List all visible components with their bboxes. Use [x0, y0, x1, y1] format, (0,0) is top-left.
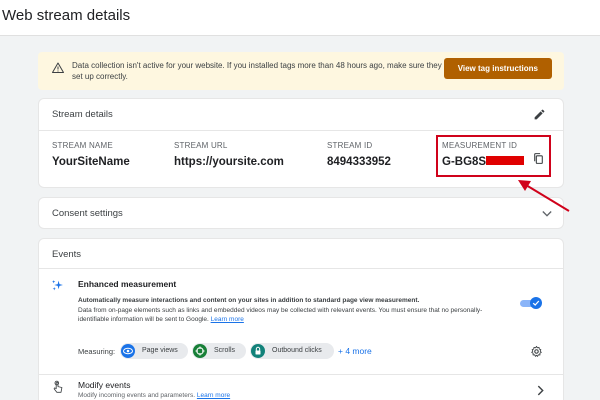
chip-label: Scrolls [214, 347, 236, 354]
consent-settings-title: Consent settings [52, 208, 123, 219]
warning-icon [52, 62, 64, 73]
sparkle-icon [52, 280, 63, 291]
enhanced-measurement-detail: Data from on-page elements such as links… [78, 307, 483, 323]
chevron-down-icon[interactable] [542, 210, 552, 218]
redaction-bar [486, 156, 524, 165]
stream-id-label: STREAM ID [327, 141, 373, 150]
divider [39, 268, 563, 269]
more-measurements-link[interactable]: + 4 more [338, 346, 372, 356]
modify-learn-more-link[interactable]: Learn more [197, 392, 230, 399]
enhanced-measurement-description: Data from on-page elements such as links… [78, 306, 508, 324]
modify-events-desc-text: Modify incoming events and parameters. [78, 392, 196, 399]
consent-settings-card[interactable]: Consent settings [38, 197, 564, 229]
touch-hand-icon [53, 380, 63, 393]
stream-url-label: STREAM URL [174, 141, 228, 150]
stream-details-header: Stream details [39, 99, 563, 131]
chevron-right-icon[interactable] [537, 385, 544, 396]
stream-name-value: YourSiteName [52, 156, 130, 168]
check-icon [532, 300, 540, 306]
lock-icon [251, 344, 265, 358]
stream-details-card: Stream details STREAM NAME YourSiteName … [38, 98, 564, 188]
view-tag-instructions-button[interactable]: View tag instructions [443, 58, 552, 79]
enhanced-learn-more-link[interactable]: Learn more [211, 316, 244, 323]
toggle-knob [530, 297, 542, 309]
gear-icon[interactable] [530, 345, 543, 358]
enhanced-measurement-toggle[interactable] [520, 297, 542, 309]
banner-text: Data collection isn't active for your we… [72, 61, 456, 81]
enhanced-measurement-summary: Automatically measure interactions and c… [78, 297, 420, 304]
chip-label: Outbound clicks [272, 347, 322, 354]
measurement-id-highlight-box [436, 135, 551, 177]
chip-label: Page views [142, 347, 178, 354]
eye-icon [121, 344, 135, 358]
divider [39, 374, 563, 375]
chip-scrolls[interactable]: Scrolls [192, 343, 246, 359]
chip-page-views[interactable]: Page views [120, 343, 188, 359]
modify-events-description: Modify incoming events and parameters. L… [78, 392, 230, 399]
enhanced-measurement-title: Enhanced measurement [78, 279, 177, 289]
crosshair-icon [193, 344, 207, 358]
events-title: Events [52, 249, 82, 260]
modify-events-title[interactable]: Modify events [78, 380, 130, 390]
measuring-label: Measuring: [78, 347, 116, 356]
stream-id-value: 8494333952 [327, 156, 391, 168]
stream-url-value: https://yoursite.com [174, 156, 284, 168]
chip-outbound-clicks[interactable]: Outbound clicks [250, 343, 334, 359]
stream-details-title: Stream details [52, 109, 113, 120]
copy-icon[interactable] [532, 152, 545, 165]
page-title: Web stream details [2, 7, 131, 24]
events-card: Events Enhanced measurement Automaticall… [38, 238, 564, 400]
stream-name-label: STREAM NAME [52, 141, 113, 150]
pencil-icon[interactable] [533, 108, 546, 121]
page-header: Web stream details [0, 0, 600, 36]
data-collection-warning-banner: Data collection isn't active for your we… [38, 52, 564, 90]
